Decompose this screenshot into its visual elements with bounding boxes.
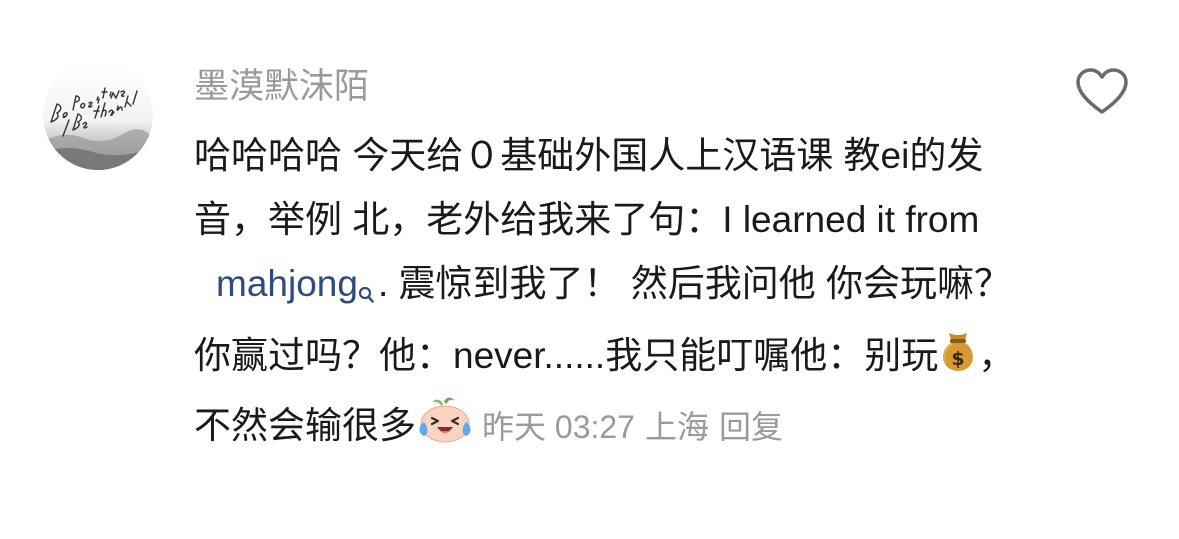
money-bag-emoji-icon: $ (938, 330, 978, 394)
be-positive-avatar-icon (43, 60, 153, 170)
search-icon (358, 260, 374, 324)
comment-text: 哈哈哈哈 今天给０基础外国人上汉语课 教ei的发音，举例 北，老外给我来了句：I… (194, 124, 1024, 464)
svg-text:$: $ (952, 348, 965, 370)
heart-outline-icon[interactable] (1074, 66, 1130, 116)
laughing-crying-emoji-icon (416, 396, 474, 464)
comment-text-part1: 哈哈哈哈 今天给０基础外国人上汉语课 教ei的发音，举例 北，老外给我来了句：I… (194, 135, 984, 240)
comment-item: 墨漠默沫陌 哈哈哈哈 今天给０基础外国人上汉语课 教ei的发音，举例 北，老外给… (0, 0, 1179, 539)
comment-time: 昨天 03:27 (482, 409, 635, 445)
comment-meta: 昨天 03:27 上海 回复 (482, 409, 783, 445)
mahjong-search-link[interactable]: mahjong (216, 263, 378, 304)
avatar[interactable] (43, 60, 153, 170)
reply-button[interactable]: 回复 (719, 409, 783, 445)
link-label: mahjong (216, 263, 358, 304)
username[interactable]: 墨漠默沫陌 (194, 64, 369, 110)
comment-location: 上海 (644, 409, 709, 445)
